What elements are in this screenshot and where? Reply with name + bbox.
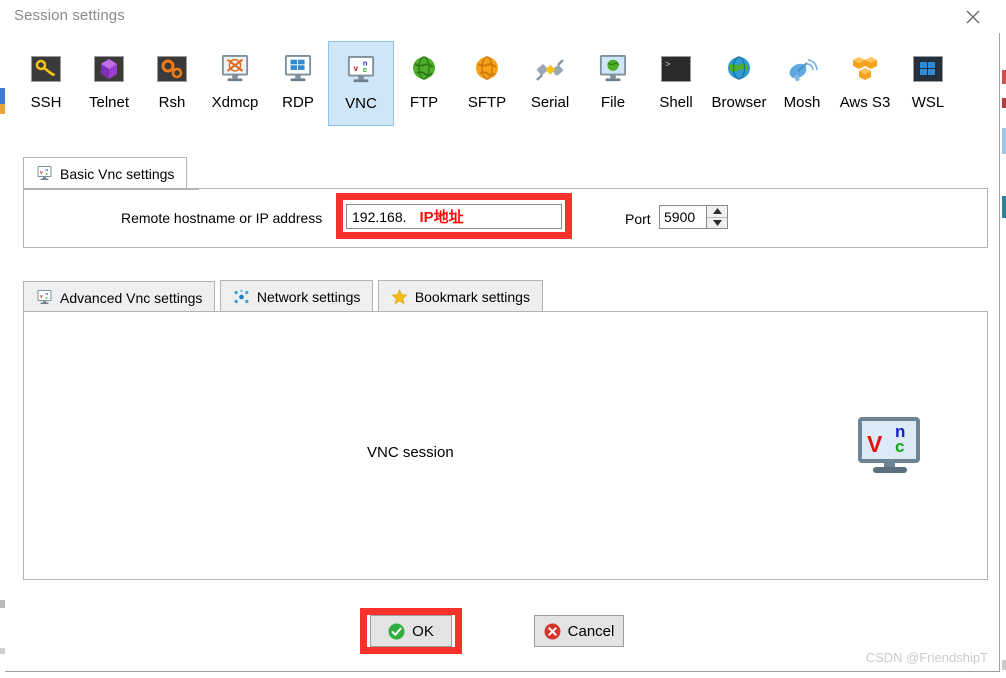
protocol-xdmcp[interactable]: Xdmcp (202, 41, 268, 126)
protocol-sftp[interactable]: SFTP (454, 41, 520, 126)
tab-network-settings[interactable]: Network settings (219, 280, 374, 312)
protocol-wsl[interactable]: WSL (895, 41, 961, 126)
tab-basic-vnc-settings[interactable]: v n c Basic Vnc settings (23, 157, 188, 189)
cancel-button[interactable]: Cancel (534, 615, 624, 647)
file-monitor-icon (597, 53, 629, 85)
protocol-label: RDP (282, 94, 314, 111)
protocol-label: Shell (659, 94, 693, 111)
svg-text:>: > (665, 60, 670, 70)
highlight-box-host-field (336, 193, 572, 239)
vnc-monitor-icon: v n c (36, 290, 53, 305)
close-button[interactable] (951, 4, 995, 30)
port-value: 5900 (664, 209, 696, 225)
session-settings-dialog: Session settings SSH Telnet Rsh Xdmcp RD… (5, 0, 1002, 678)
rsh-gears-icon (156, 53, 188, 85)
browser-globe-icon (723, 53, 755, 85)
protocol-ssh[interactable]: SSH (13, 41, 79, 126)
port-stepper-down[interactable] (707, 218, 727, 229)
protocol-telnet[interactable]: Telnet (76, 41, 142, 126)
protocol-toolbar: SSH Telnet Rsh Xdmcp RDP v n c VNC FTP S… (13, 41, 988, 127)
protocol-label: VNC (345, 95, 377, 112)
vnc-monitor-icon: v n c (345, 54, 377, 86)
svg-text:c: c (363, 65, 367, 74)
svg-text:c: c (895, 437, 904, 456)
vnc-logo-icon: V n c (857, 417, 923, 475)
settings-tabstrip: v n c Advanced Vnc settings Network sett… (23, 280, 543, 313)
xdmcp-x-icon (219, 53, 251, 85)
tab-label: Bookmark settings (414, 288, 530, 305)
svg-text:v: v (40, 294, 43, 300)
rdp-windows-icon (282, 53, 314, 85)
protocol-label: Mosh (783, 94, 821, 111)
protocol-label: Telnet (88, 94, 130, 111)
x-circle-icon (544, 623, 561, 640)
protocol-label: Browser (711, 94, 767, 111)
ftp-globe-icon (408, 53, 440, 85)
protocol-label: SFTP (467, 94, 507, 111)
page-right-edge (1002, 0, 1006, 678)
network-nodes-icon (233, 289, 250, 304)
protocol-label: Aws S3 (839, 94, 891, 111)
port-stepper[interactable] (707, 205, 728, 229)
protocol-browser[interactable]: Browser (706, 41, 772, 126)
protocol-label: Rsh (158, 94, 186, 111)
serial-plug-icon (534, 53, 566, 85)
svg-text:v: v (40, 170, 43, 176)
ssh-key-icon (30, 53, 62, 85)
tab-label: Network settings (256, 288, 361, 305)
wsl-windows-icon (912, 53, 944, 85)
settings-content-panel (23, 311, 988, 580)
vnc-monitor-icon: v n c (36, 166, 53, 181)
title-bar: Session settings (5, 0, 1002, 33)
tab-label: Basic Vnc settings (60, 165, 175, 182)
protocol-label: WSL (911, 94, 945, 111)
protocol-file[interactable]: File (580, 41, 646, 126)
tab-label: Advanced Vnc settings (60, 289, 203, 306)
protocol-aws-s3[interactable]: Aws S3 (832, 41, 898, 126)
protocol-rdp[interactable]: RDP (265, 41, 331, 126)
telnet-cube-icon (93, 53, 125, 85)
sftp-globe-icon (471, 53, 503, 85)
remote-host-label: Remote hostname or IP address (121, 210, 323, 226)
highlight-box-ok-button (360, 608, 462, 654)
svg-text:v: v (354, 63, 359, 73)
port-stepper-up[interactable] (707, 206, 727, 217)
cancel-button-label: Cancel (567, 622, 615, 640)
window-title: Session settings (14, 7, 125, 24)
protocol-mosh[interactable]: Mosh (769, 41, 835, 126)
star-icon (391, 289, 408, 305)
protocol-label: FTP (409, 94, 439, 111)
chevron-up-icon (712, 208, 722, 215)
aws-s3-cubes-icon (849, 53, 881, 85)
tab-bookmark-settings[interactable]: Bookmark settings (377, 280, 543, 312)
watermark: CSDN @FriendshipT (865, 650, 988, 665)
vnc-session-caption: VNC session (367, 444, 454, 461)
tab-panel-seam (24, 188, 199, 190)
mosh-dish-icon (786, 53, 818, 85)
protocol-serial[interactable]: Serial (517, 41, 583, 126)
protocol-label: Serial (530, 94, 570, 111)
protocol-ftp[interactable]: FTP (391, 41, 457, 126)
basic-settings-tabstrip: v n c Basic Vnc settings (23, 157, 188, 189)
protocol-rsh[interactable]: Rsh (139, 41, 205, 126)
svg-text:V: V (867, 431, 883, 457)
port-label: Port (625, 211, 651, 227)
shell-console-icon: > (660, 53, 692, 85)
port-input[interactable]: 5900 (659, 205, 707, 229)
protocol-vnc[interactable]: v n c VNC (328, 41, 394, 126)
protocol-label: SSH (30, 94, 62, 111)
tab-advanced-vnc-settings[interactable]: v n c Advanced Vnc settings (23, 281, 216, 313)
chevron-down-icon (712, 219, 722, 226)
protocol-shell[interactable]: > Shell (643, 41, 709, 126)
close-icon (966, 10, 980, 24)
protocol-label: Xdmcp (211, 94, 259, 111)
protocol-label: File (600, 94, 626, 111)
